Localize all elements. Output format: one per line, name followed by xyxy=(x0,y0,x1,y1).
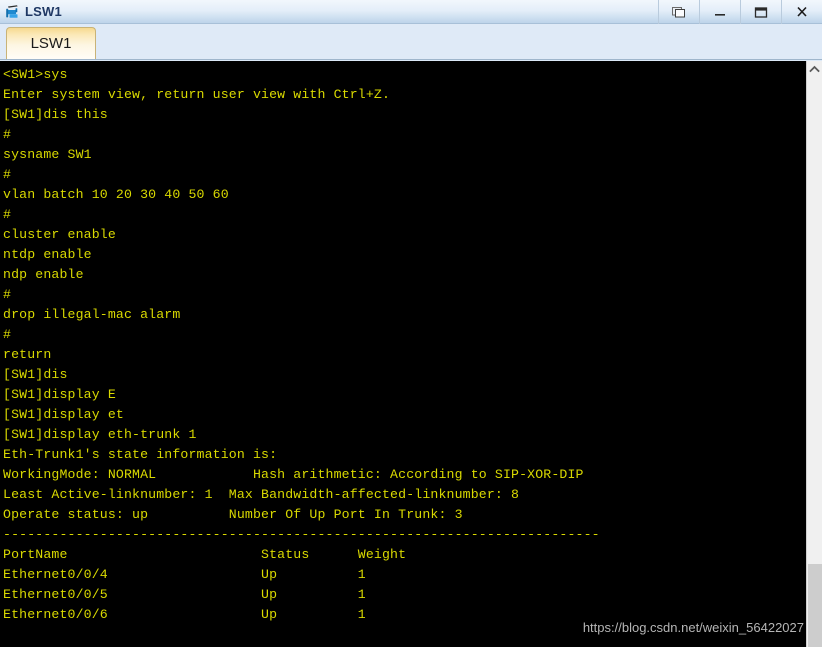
terminal-line: # xyxy=(3,207,12,222)
window-titlebar: LSW1 xyxy=(0,0,822,24)
terminal-line: Ethernet0/0/4 Up 1 xyxy=(3,567,366,582)
terminal-line: sysname SW1 xyxy=(3,147,92,162)
tab-label: LSW1 xyxy=(30,35,72,52)
terminal-line: [SW1]dis xyxy=(3,367,68,382)
minimize-window-button[interactable] xyxy=(699,0,740,24)
scrollbar-track[interactable] xyxy=(807,77,822,647)
terminal-line: ndp enable xyxy=(3,267,84,282)
terminal-line: <SW1>sys xyxy=(3,67,68,82)
terminal-line: cluster enable xyxy=(3,227,116,242)
terminal-area: <SW1>sys Enter system view, return user v… xyxy=(0,61,822,647)
terminal-line: PortName Status Weight xyxy=(3,547,407,562)
terminal-line: Operate status: up Number Of Up Port In … xyxy=(3,507,463,522)
switch-device-icon xyxy=(4,3,22,21)
restore-window-button[interactable] xyxy=(658,0,699,24)
terminal-line: # xyxy=(3,167,12,182)
chevron-up-icon xyxy=(809,65,820,74)
maximize-window-button[interactable] xyxy=(740,0,781,24)
terminal-line: [SW1]display E xyxy=(3,387,116,402)
tab-lsw1[interactable]: LSW1 xyxy=(6,27,96,59)
terminal-line: ----------------------------------------… xyxy=(3,527,600,542)
close-window-button[interactable] xyxy=(781,0,822,24)
terminal-line: # xyxy=(3,127,12,142)
terminal-line: Eth-Trunk1's state information is: xyxy=(3,447,278,462)
terminal-line: [SW1]display eth-trunk 1 xyxy=(3,427,197,442)
terminal-scrollbar[interactable] xyxy=(806,61,822,647)
scrollbar-thumb[interactable] xyxy=(808,564,822,647)
terminal-line: WorkingMode: NORMAL Hash arithmetic: Acc… xyxy=(3,467,584,482)
terminal-line: Ethernet0/0/6 Up 1 xyxy=(3,607,366,622)
terminal-window: LSW1 LSW1 <SW1>sys Enter system view, re… xyxy=(0,0,822,647)
terminal-line: [SW1]dis this xyxy=(3,107,108,122)
terminal-line: drop illegal-mac alarm xyxy=(3,307,181,322)
terminal-line: [SW1]display et xyxy=(3,407,124,422)
terminal-line: ntdp enable xyxy=(3,247,92,262)
terminal-line: Ethernet0/0/5 Up 1 xyxy=(3,587,366,602)
terminal-line: vlan batch 10 20 30 40 50 60 xyxy=(3,187,229,202)
window-controls xyxy=(658,0,822,24)
terminal-line: Least Active-linknumber: 1 Max Bandwidth… xyxy=(3,487,520,502)
terminal-line: Enter system view, return user view with… xyxy=(3,87,391,102)
tab-bar: LSW1 xyxy=(0,24,822,60)
scroll-up-button[interactable] xyxy=(807,61,822,77)
terminal-line: # xyxy=(3,287,12,302)
terminal-line: return xyxy=(3,347,52,362)
terminal-line: # xyxy=(3,327,12,342)
terminal-output[interactable]: <SW1>sys Enter system view, return user v… xyxy=(0,61,806,647)
window-title: LSW1 xyxy=(25,4,62,19)
